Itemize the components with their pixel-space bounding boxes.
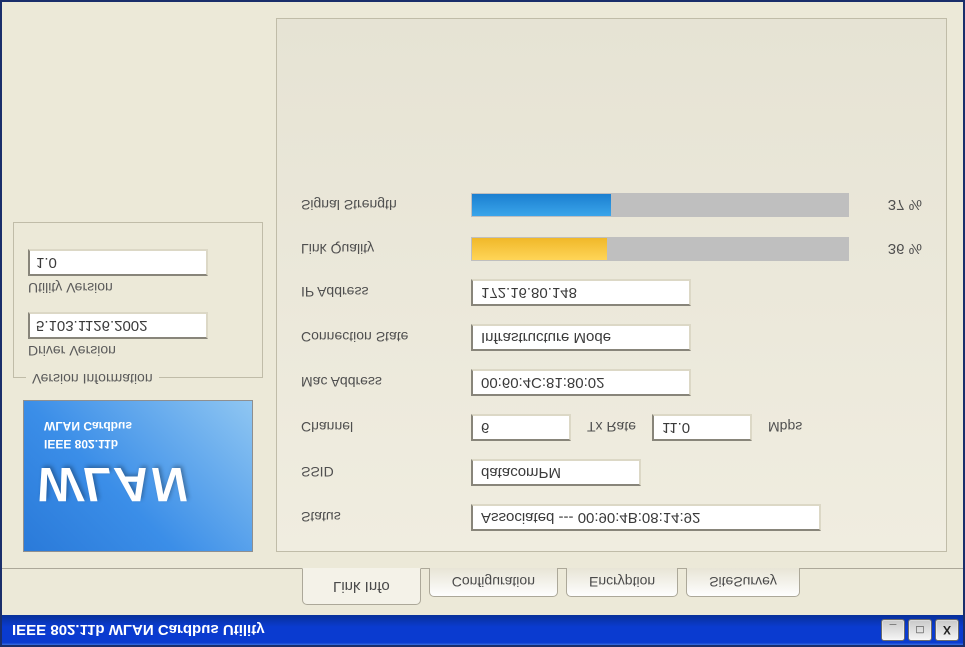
utility-version-label: Utility Version bbox=[28, 280, 248, 296]
signal-strength-percent: 37 % bbox=[867, 197, 922, 214]
status-label: Status bbox=[301, 510, 471, 526]
brand-logo: WLAN IEEE 802.11b WLAN Cardbus bbox=[23, 400, 253, 552]
txrate-label: Tx Rate bbox=[587, 420, 636, 436]
logo-subtitle-2: WLAN Cardbus bbox=[44, 419, 132, 433]
title-bar: IEEE 802.11b WLAN Cardbus Utility _ □ X bbox=[2, 615, 963, 645]
ssid-value: datacomPM bbox=[471, 459, 641, 486]
connection-state-label: Connection State bbox=[301, 330, 471, 346]
mac-row: Mac Address 00:60:4C:81:80:02 bbox=[301, 369, 922, 396]
mac-value: 00:60:4C:81:80:02 bbox=[471, 369, 691, 396]
link-quality-row: Link Quality 36 % bbox=[301, 237, 922, 261]
window-title: IEEE 802.11b WLAN Cardbus Utility bbox=[12, 622, 265, 639]
ssid-row: SSID datacomPM bbox=[301, 459, 922, 486]
connection-state-value: Infrastructure Mode bbox=[471, 324, 691, 351]
close-button[interactable]: X bbox=[935, 619, 959, 641]
maximize-button[interactable]: □ bbox=[908, 619, 932, 641]
version-information-group: Version Information Driver Version 5.103… bbox=[13, 222, 263, 378]
signal-strength-row: Signal Strength 37 % bbox=[301, 193, 922, 217]
channel-row: Channel 6 Tx Rate 11.0 Mbps bbox=[301, 414, 922, 441]
connection-state-row: Connection State Infrastructure Mode bbox=[301, 324, 922, 351]
link-quality-bar bbox=[471, 237, 849, 261]
logo-subtitle-1: IEEE 802.11b bbox=[44, 437, 118, 451]
channel-value: 6 bbox=[471, 414, 571, 441]
driver-version-value: 5.103.1126.2002 bbox=[28, 312, 208, 339]
tab-site-survey[interactable]: SiteSurvey bbox=[686, 568, 800, 597]
channel-label: Channel bbox=[301, 420, 471, 436]
link-quality-fill bbox=[472, 238, 607, 260]
sidebar: WLAN IEEE 802.11b WLAN Cardbus Version I… bbox=[18, 18, 258, 552]
tab-link-info[interactable]: Link Info bbox=[302, 568, 421, 605]
signal-strength-fill bbox=[472, 194, 611, 216]
utility-version-value: 1.0 bbox=[28, 249, 208, 276]
ip-value: 172.16.80.148 bbox=[471, 279, 691, 306]
logo-text: WLAN bbox=[36, 456, 188, 511]
content-area: WLAN IEEE 802.11b WLAN Cardbus Version I… bbox=[2, 2, 963, 568]
tab-strip: Link Info Configuration Encryption SiteS… bbox=[2, 568, 963, 615]
link-info-panel: Status Associated --- 00:90:4B:08:14:92 … bbox=[276, 18, 947, 552]
status-row: Status Associated --- 00:90:4B:08:14:92 bbox=[301, 504, 922, 531]
driver-version-label: Driver Version bbox=[28, 343, 248, 359]
app-window: IEEE 802.11b WLAN Cardbus Utility _ □ X … bbox=[0, 0, 965, 647]
ssid-label: SSID bbox=[301, 465, 471, 481]
tab-configuration[interactable]: Configuration bbox=[429, 568, 558, 597]
signal-strength-bar bbox=[471, 193, 849, 217]
txrate-value: 11.0 bbox=[652, 414, 752, 441]
version-info-legend: Version Information bbox=[26, 371, 159, 387]
link-quality-percent: 36 % bbox=[867, 241, 922, 258]
txrate-unit: Mbps bbox=[768, 420, 802, 436]
ip-row: IP Address 172.16.80.148 bbox=[301, 279, 922, 306]
signal-strength-label: Signal Strength bbox=[301, 197, 471, 213]
tab-encryption[interactable]: Encryption bbox=[566, 568, 678, 597]
mac-label: Mac Address bbox=[301, 375, 471, 391]
minimize-button[interactable]: _ bbox=[881, 619, 905, 641]
link-quality-label: Link Quality bbox=[301, 241, 471, 257]
ip-label: IP Address bbox=[301, 285, 471, 301]
status-value: Associated --- 00:90:4B:08:14:92 bbox=[471, 504, 821, 531]
